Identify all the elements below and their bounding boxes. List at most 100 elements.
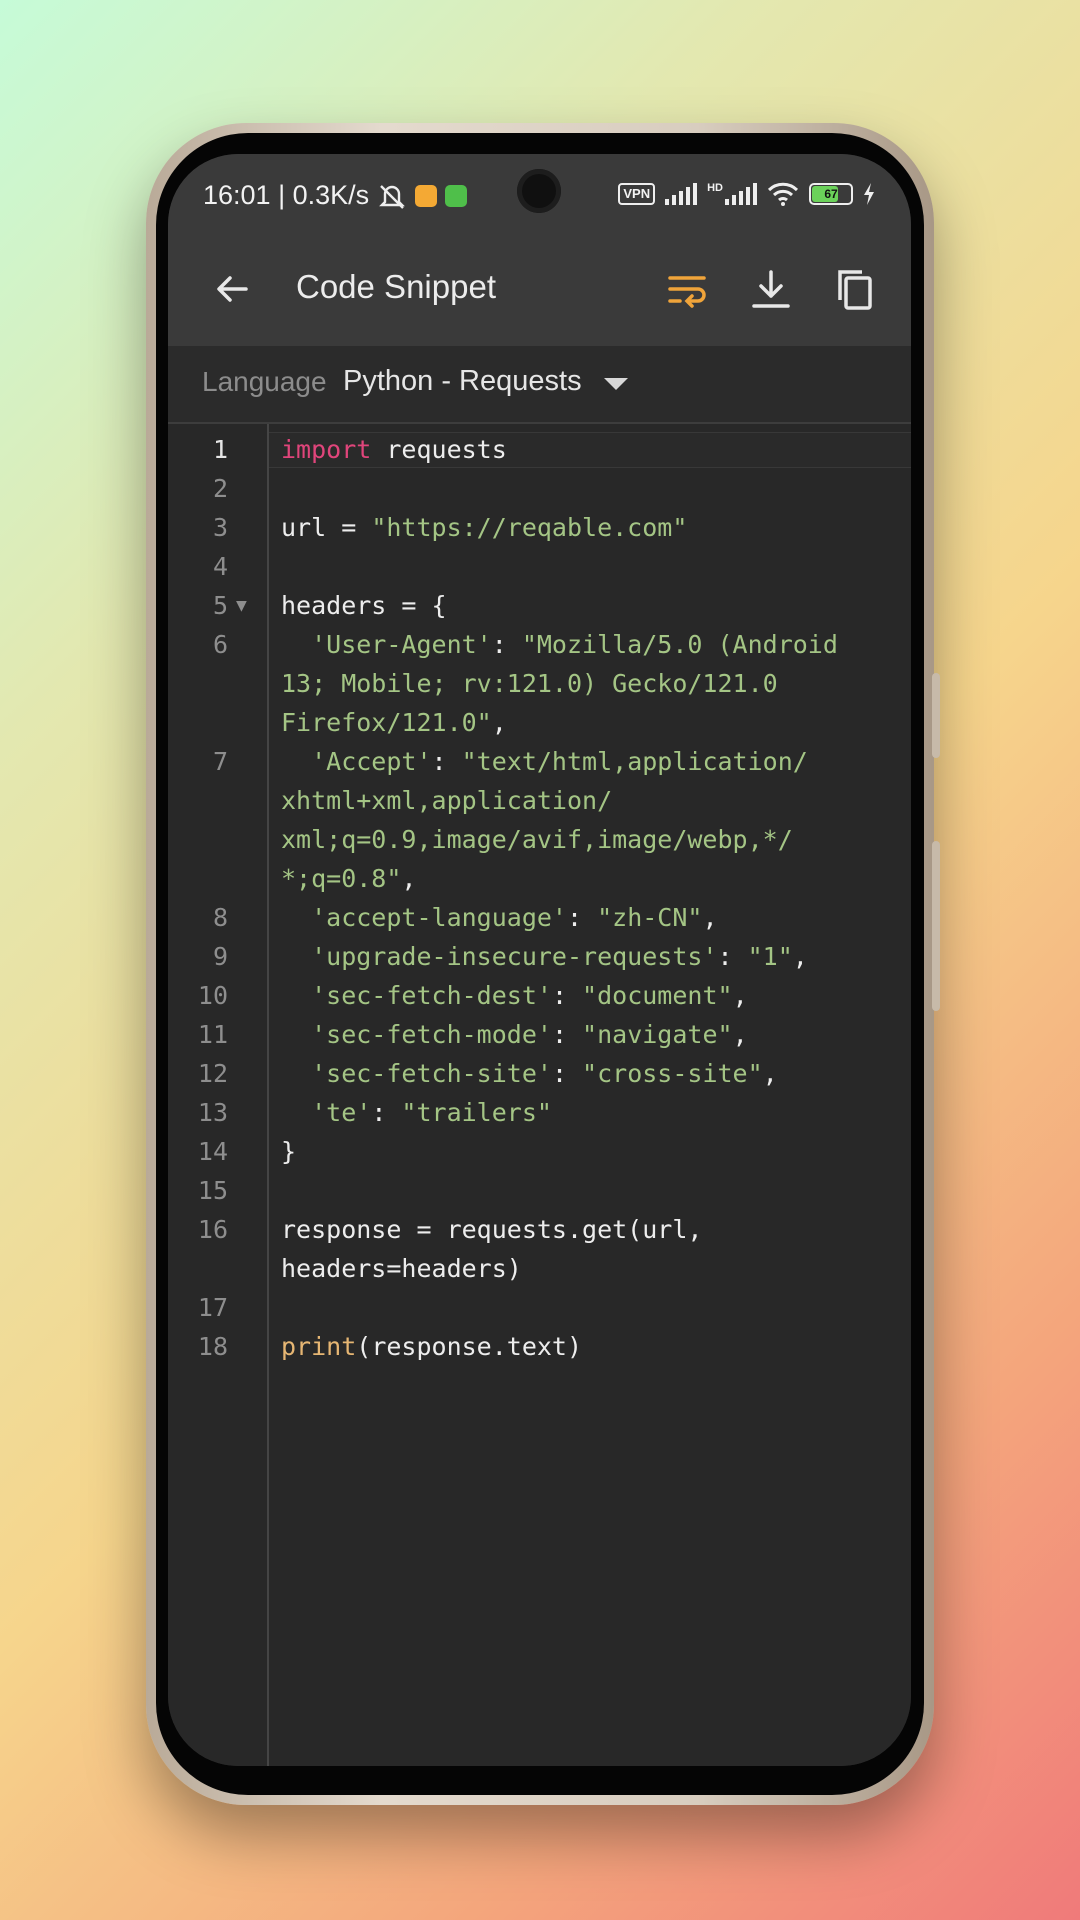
code-line: Firefox/121.0",	[281, 703, 507, 742]
code-token: :	[371, 1098, 402, 1127]
code-token: :	[431, 747, 462, 776]
fold-toggle-icon[interactable]: ▼	[236, 586, 247, 625]
code-line: xhtml+xml,application/	[281, 781, 612, 820]
battery-level: 67	[824, 187, 838, 201]
code-token: 'te'	[281, 1098, 372, 1127]
code-token: Firefox/121.0"	[281, 708, 492, 737]
code-token: (response.text)	[356, 1332, 583, 1361]
code-token: :	[551, 981, 583, 1010]
code-token: *;q=0.8"	[281, 864, 402, 893]
code-line: headers=headers)	[281, 1249, 522, 1288]
code-token: "cross-site"	[582, 1059, 763, 1088]
code-token: 'sec-fetch-dest'	[281, 981, 552, 1010]
code-token: "navigate"	[582, 1020, 733, 1049]
line-number: 14	[197, 1137, 228, 1166]
line-number: 16	[197, 1215, 228, 1244]
line-number: 13	[197, 1098, 228, 1127]
language-selector[interactable]: Language Python - Requests	[168, 346, 911, 424]
code-token: 13; Mobile; rv:121.0) Gecko/121.0	[281, 669, 778, 698]
line-number: 6	[212, 630, 228, 659]
code-token: requests	[371, 435, 507, 464]
code-token: xhtml+xml,application/	[281, 786, 613, 815]
battery-icon: 67	[809, 183, 853, 205]
gutter-divider	[267, 424, 269, 1766]
code-token: url =	[281, 513, 372, 542]
volume-button	[932, 673, 940, 758]
line-number: 18	[197, 1332, 228, 1361]
code-line: 'Accept': "text/html,application/	[281, 742, 808, 781]
code-token: "text/html,application/	[461, 747, 808, 776]
hd-label: HD	[707, 182, 723, 194]
code-token: headers = {	[281, 591, 447, 620]
page-title: Code Snippet	[296, 268, 496, 305]
line-number: 8	[212, 903, 228, 932]
line-number: 5	[212, 591, 228, 620]
code-token: "document"	[582, 981, 733, 1010]
code-token: :	[551, 1020, 583, 1049]
line-number: 7	[212, 747, 228, 776]
code-line: xml;q=0.9,image/avif,image/webp,*/	[281, 820, 793, 859]
front-camera	[517, 169, 561, 213]
signal-icon	[665, 183, 698, 205]
code-token: :	[551, 1059, 583, 1088]
line-number: 15	[197, 1176, 228, 1205]
line-number: 4	[212, 552, 228, 581]
code-token: ,	[732, 981, 748, 1010]
back-arrow-icon[interactable]	[208, 264, 258, 314]
code-token: 'sec-fetch-site'	[281, 1059, 552, 1088]
line-number: 3	[212, 513, 228, 542]
wrap-lines-button[interactable]	[662, 264, 712, 314]
code-token: }	[281, 1137, 297, 1166]
code-line: 'te': "trailers"	[281, 1093, 552, 1132]
code-line: 'upgrade-insecure-requests': "1",	[281, 937, 808, 976]
mute-bell-icon	[379, 184, 406, 209]
power-button	[932, 841, 940, 1011]
line-number: 2	[212, 474, 228, 503]
charging-icon	[864, 183, 874, 205]
code-line: import requests	[281, 430, 507, 469]
app-bar: Code Snippet	[168, 234, 911, 346]
signal-icon	[725, 183, 757, 205]
code-token: :	[566, 903, 598, 932]
code-line: 13; Mobile; rv:121.0) Gecko/121.0	[281, 664, 778, 703]
code-token: "zh-CN"	[597, 903, 703, 932]
line-number: 17	[197, 1293, 228, 1322]
code-token: import	[281, 435, 372, 464]
code-line: url = "https://reqable.com"	[281, 508, 687, 547]
code-token: ,	[792, 942, 808, 971]
code-token: response = requests.get(url,	[281, 1215, 703, 1244]
code-line: 'sec-fetch-dest': "document",	[281, 976, 748, 1015]
code-token: "Mozilla/5.0 (Android	[521, 630, 838, 659]
code-token: xml;q=0.9,image/avif,image/webp,*/	[281, 825, 793, 854]
copy-button[interactable]	[830, 264, 880, 314]
download-button[interactable]	[746, 264, 796, 314]
code-line: response = requests.get(url,	[281, 1210, 702, 1249]
code-token: 'sec-fetch-mode'	[281, 1020, 552, 1049]
screen: 16:01 | 0.3K/s VPN HD 67 Code Snippet La…	[168, 154, 911, 1766]
status-time-speed: 16:01 | 0.3K/s	[203, 180, 370, 210]
code-editor[interactable]: 1 2 3 4 5 6 7 8 9 10 11 12 13 14 15 16 17 18 ▼ import reque…	[168, 424, 911, 1766]
line-number: 11	[197, 1020, 228, 1049]
notification-app-icon	[415, 184, 438, 207]
code-line: 'accept-language': "zh-CN",	[281, 898, 717, 937]
code-line: headers = {	[281, 586, 447, 625]
notification-app-icon	[445, 184, 468, 207]
code-token: ,	[732, 1020, 748, 1049]
language-value[interactable]: Python - Requests	[343, 365, 582, 398]
dropdown-arrow-icon[interactable]	[604, 378, 628, 390]
code-line: 'User-Agent': "Mozilla/5.0 (Android	[281, 625, 838, 664]
code-token: "trailers"	[401, 1098, 552, 1127]
code-token: ,	[762, 1059, 778, 1088]
code-token: :	[717, 942, 748, 971]
code-token: 'Accept'	[281, 747, 432, 776]
status-bar: 16:01 | 0.3K/s VPN HD 67	[168, 154, 911, 234]
language-label: Language	[202, 366, 327, 397]
line-number: 12	[197, 1059, 228, 1088]
code-line: }	[281, 1132, 296, 1171]
vpn-badge: VPN	[618, 183, 656, 205]
code-token: ,	[401, 864, 417, 893]
code-line: *;q=0.8",	[281, 859, 416, 898]
code-token: "1"	[747, 942, 793, 971]
code-token: 'User-Agent'	[281, 630, 492, 659]
wifi-icon	[767, 182, 799, 206]
